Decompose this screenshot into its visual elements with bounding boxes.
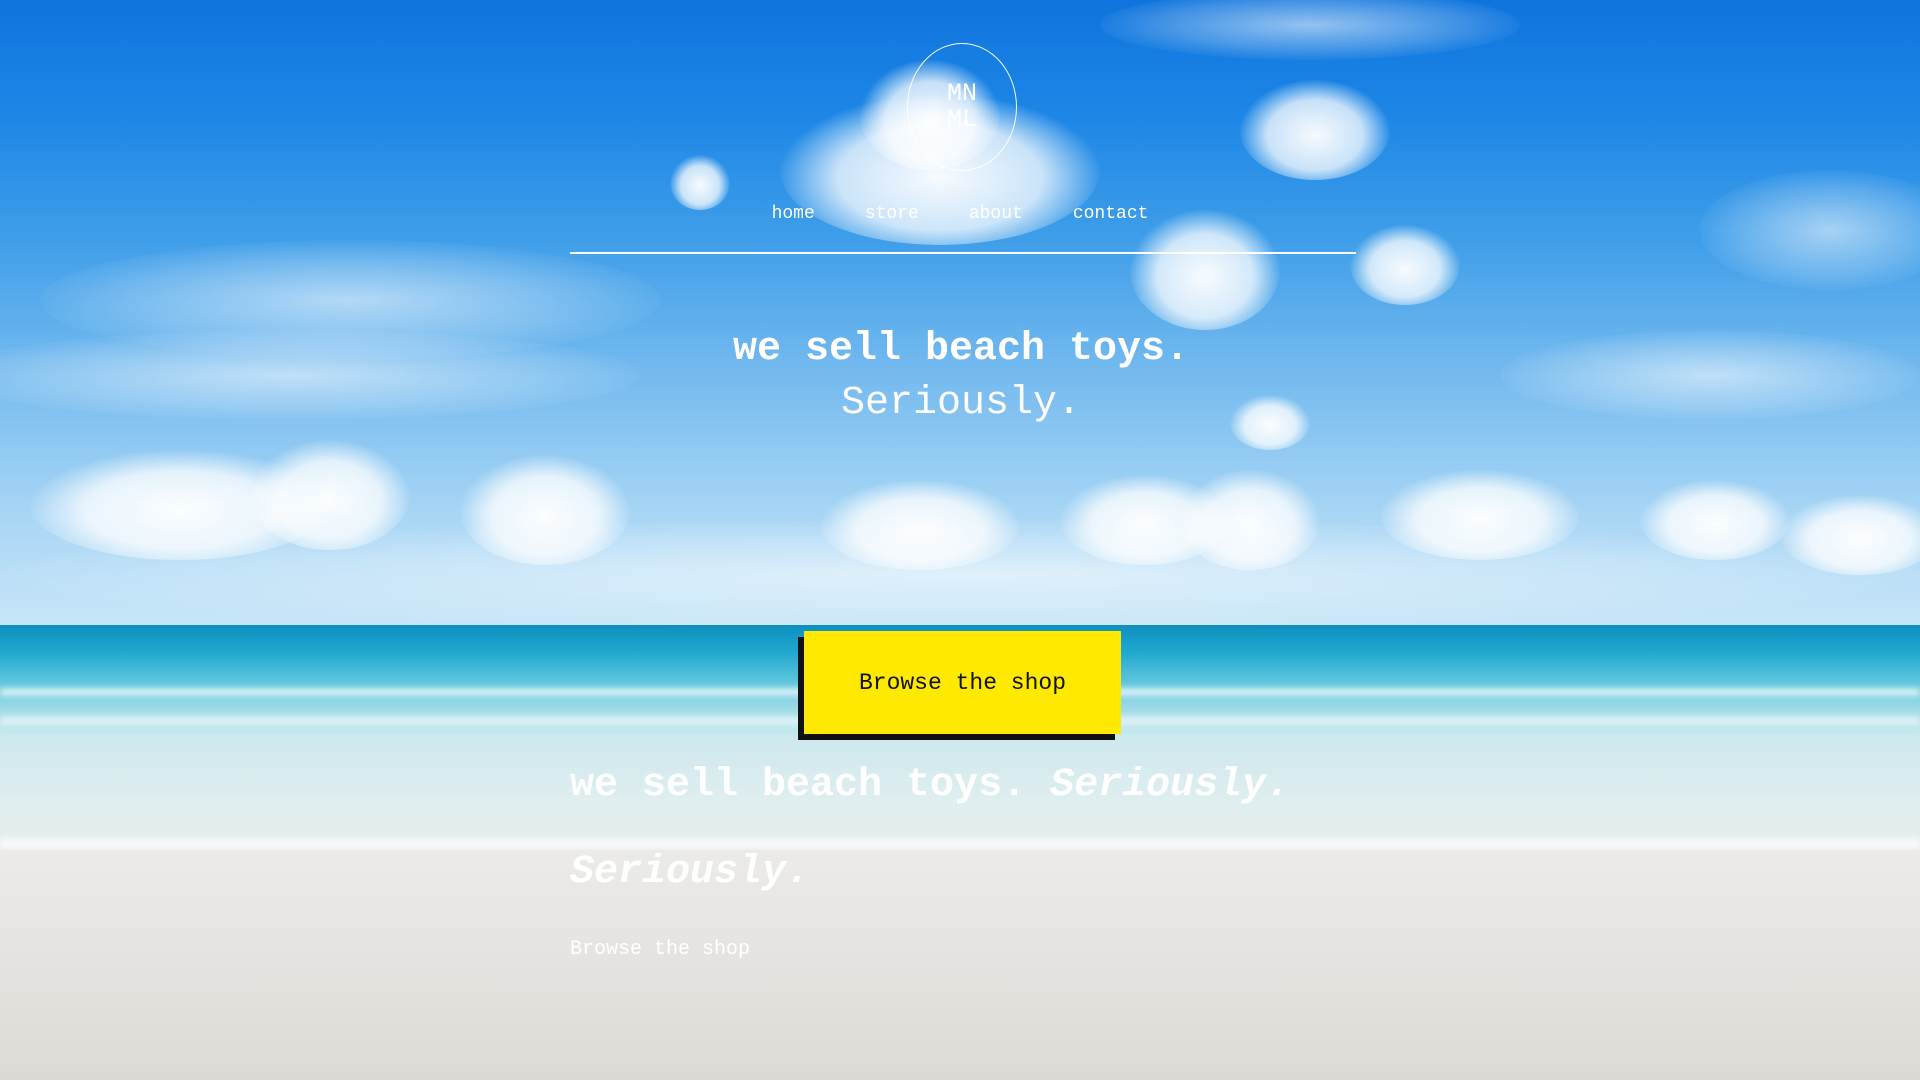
nav-link-home[interactable]: home [772, 204, 815, 224]
logo-line-1: MN [946, 79, 977, 108]
main-nav: home store about contact [0, 204, 1920, 224]
content-heading-main: we sell beach toys. [570, 763, 1027, 808]
site-logo[interactable]: MN ML [907, 43, 1017, 171]
nav-link-about[interactable]: about [969, 204, 1023, 224]
browse-shop-button[interactable]: Browse the shop [804, 631, 1121, 734]
cloud [1350, 225, 1460, 305]
logo-line-2: ML [946, 105, 977, 134]
content-heading-continued: Seriously. [570, 850, 811, 895]
wave [0, 838, 1920, 850]
browse-shop-link[interactable]: Browse the shop [570, 938, 750, 961]
cloud [1130, 210, 1280, 330]
nav-link-contact[interactable]: contact [1073, 204, 1149, 224]
cloud [1240, 80, 1390, 180]
sand [0, 850, 1920, 1080]
content-heading-emphasis: Seriously. [1050, 763, 1291, 808]
nav-link-store[interactable]: store [865, 204, 919, 224]
cloud [670, 155, 730, 210]
cloud-wisp [0, 520, 1920, 630]
content-heading: we sell beach toys. Seriously. [570, 763, 1290, 808]
hero-subheadline: Seriously. [840, 381, 1082, 426]
nav-divider [570, 252, 1356, 254]
hero-headline: we sell beach toys. [732, 327, 1190, 372]
